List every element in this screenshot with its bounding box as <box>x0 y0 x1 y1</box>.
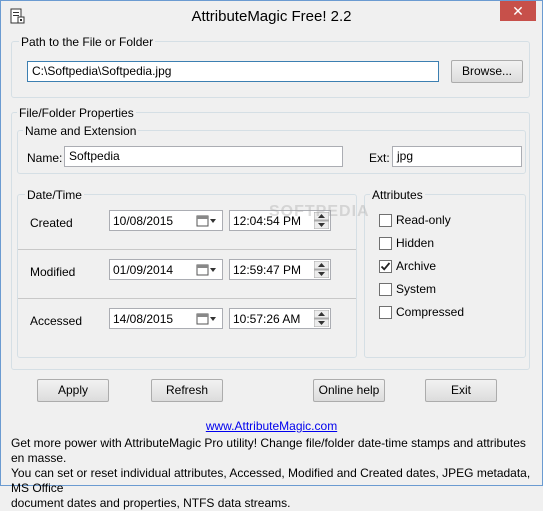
accessed-date-picker[interactable]: 14/08/2015 <box>109 308 223 329</box>
attributes-group-title: Attributes <box>370 188 425 202</box>
online-help-button[interactable]: Online help <box>313 379 385 402</box>
modified-label: Modified <box>30 265 76 279</box>
exit-button[interactable]: Exit <box>425 379 497 402</box>
accessed-time-picker[interactable]: 10:57:26 AM <box>229 308 331 329</box>
browse-button[interactable]: Browse... <box>451 60 523 83</box>
accessed-time-value: 10:57:26 AM <box>233 312 301 326</box>
name-group-title: Name and Extension <box>23 124 139 138</box>
row-separator <box>18 249 356 250</box>
compressed-checkbox[interactable] <box>379 306 392 319</box>
modified-date-picker[interactable]: 01/09/2014 <box>109 259 223 280</box>
accessed-label: Accessed <box>30 314 83 328</box>
promo-line-1: Get more power with AttributeMagic Pro u… <box>11 436 526 465</box>
compressed-label: Compressed <box>396 305 465 319</box>
system-label: System <box>396 282 437 296</box>
archive-checkbox[interactable] <box>379 260 392 273</box>
refresh-button[interactable]: Refresh <box>151 379 223 402</box>
promo-line-2: You can set or reset individual attribut… <box>11 466 531 495</box>
modified-time-value: 12:59:47 PM <box>233 263 302 277</box>
promo-text: Get more power with AttributeMagic Pro u… <box>11 436 536 511</box>
created-label: Created <box>30 216 73 230</box>
modified-date-value: 01/09/2014 <box>113 263 174 277</box>
system-checkbox[interactable] <box>379 283 392 296</box>
created-date-value: 10/08/2015 <box>113 214 174 228</box>
close-button[interactable]: ✕ <box>500 1 536 21</box>
readonly-checkbox[interactable] <box>379 214 392 227</box>
softpedia-watermark: SOFTPEDIA <box>269 203 370 220</box>
name-input[interactable]: Softpedia <box>64 146 343 167</box>
title-bar[interactable]: AttributeMagic Free! 2.2 ✕ <box>1 1 542 31</box>
calendar-dropdown-icon[interactable] <box>196 312 218 326</box>
website-link[interactable]: www.AttributeMagic.com <box>1 419 542 433</box>
calendar-dropdown-icon[interactable] <box>196 263 218 277</box>
apply-button[interactable]: Apply <box>37 379 109 402</box>
accessed-date-value: 14/08/2015 <box>113 312 174 326</box>
hidden-checkbox[interactable] <box>379 237 392 250</box>
archive-label: Archive <box>396 259 437 273</box>
window-title: AttributeMagic Free! 2.2 <box>191 8 352 25</box>
ext-input[interactable]: jpg <box>392 146 522 167</box>
time-spinner-icon[interactable] <box>314 261 329 278</box>
created-date-picker[interactable]: 10/08/2015 <box>109 210 223 231</box>
path-group-title: Path to the File or Folder <box>19 35 156 49</box>
name-label: Name: <box>27 151 63 165</box>
readonly-label: Read-only <box>396 213 451 227</box>
promo-line-3: document dates and properties, NTFS data… <box>11 496 291 510</box>
time-spinner-icon[interactable] <box>314 310 329 327</box>
properties-group-title: File/Folder Properties <box>17 106 136 120</box>
app-window: AttributeMagic Free! 2.2 ✕ Path to the F… <box>0 0 543 510</box>
modified-time-picker[interactable]: 12:59:47 PM <box>229 259 331 280</box>
hidden-label: Hidden <box>396 236 435 250</box>
path-input[interactable]: C:\Softpedia\Softpedia.jpg <box>27 61 439 82</box>
row-separator <box>18 298 356 299</box>
datetime-group-title: Date/Time <box>25 188 84 202</box>
checkmark-icon <box>380 262 391 271</box>
ext-label: Ext: <box>369 151 390 165</box>
calendar-dropdown-icon[interactable] <box>196 214 218 228</box>
